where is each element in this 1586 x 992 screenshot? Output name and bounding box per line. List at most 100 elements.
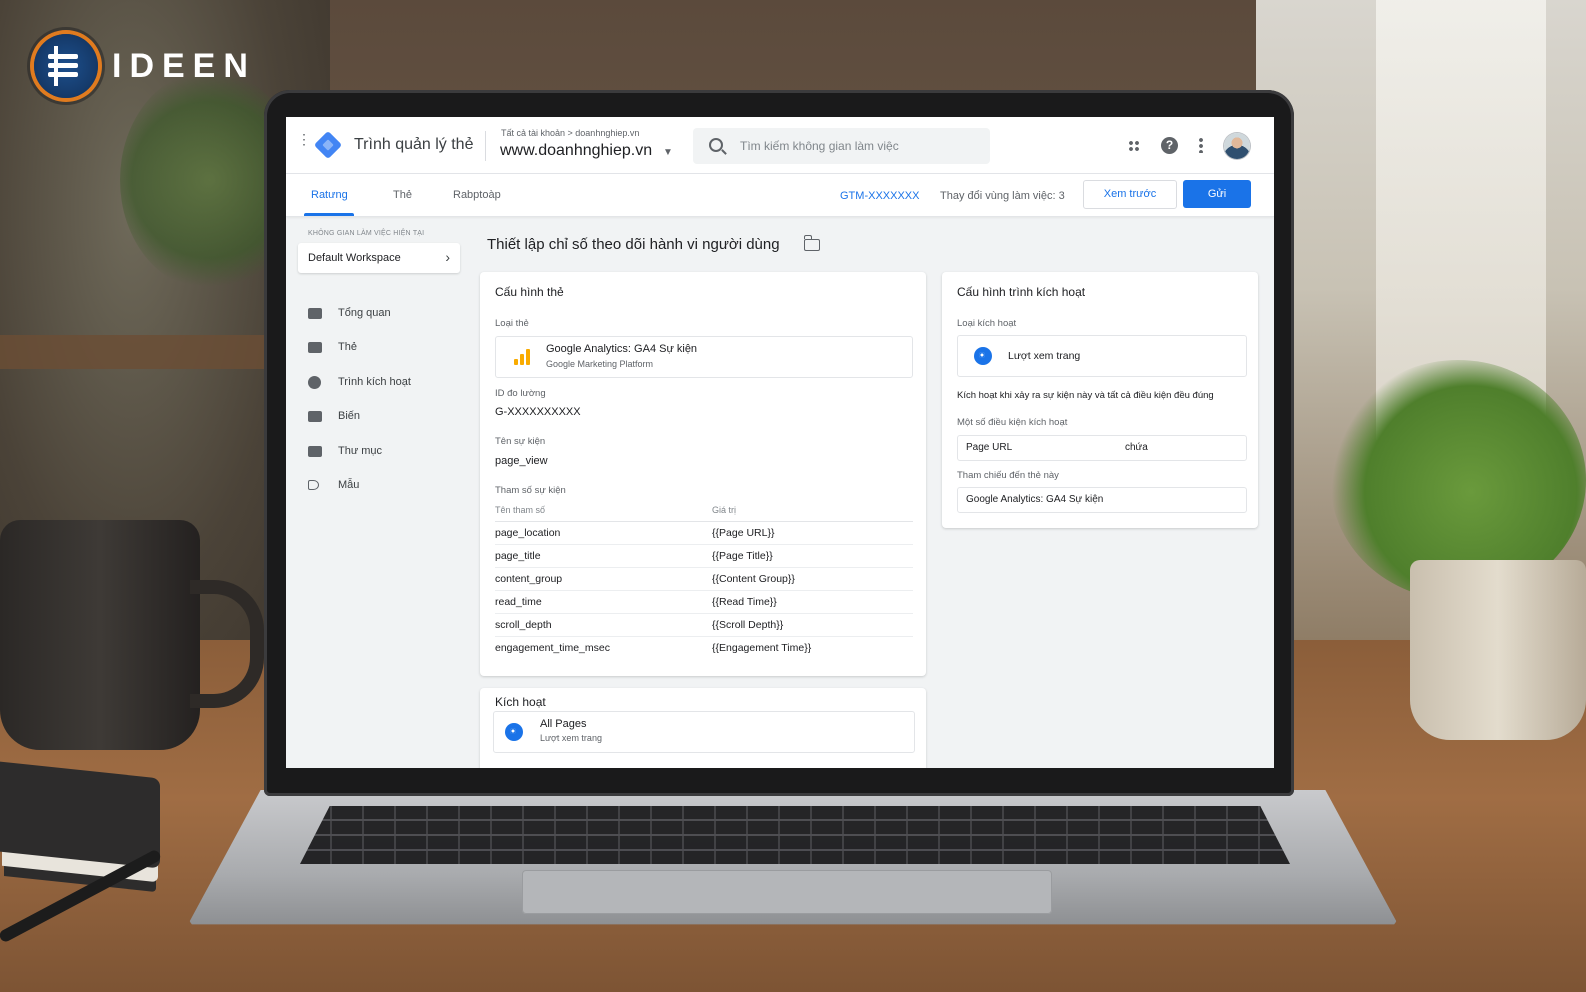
tab-overview[interactable]: Ratưng bbox=[311, 189, 348, 201]
more-vert-icon[interactable] bbox=[1199, 137, 1203, 153]
trigger-type-name: Lượt xem trang bbox=[1008, 350, 1081, 362]
coffee-mug bbox=[0, 520, 200, 750]
param-value: {{Engagement Time}} bbox=[712, 642, 812, 654]
param-name: scroll_depth bbox=[495, 619, 552, 631]
breadcrumb[interactable]: Tất cả tài khoản > doanhnghiep.vn bbox=[501, 128, 639, 138]
sidebar-item-label: Tổng quan bbox=[338, 307, 391, 319]
measurement-id-value[interactable]: G-XXXXXXXXXX bbox=[495, 406, 581, 418]
apps-grid-icon[interactable] bbox=[1128, 140, 1140, 152]
app-title: Trình quản lý thẻ bbox=[354, 136, 474, 153]
active-tab-indicator bbox=[304, 213, 354, 216]
brand-logo: IDEEN bbox=[34, 30, 256, 102]
folder-icon[interactable] bbox=[804, 235, 820, 251]
submit-button[interactable]: Gửi bbox=[1183, 180, 1251, 208]
sidebar-item-variables[interactable]: Biến bbox=[308, 408, 458, 428]
laptop-trackpad bbox=[522, 870, 1052, 914]
search-icon bbox=[709, 138, 723, 152]
briefcase-icon bbox=[308, 308, 322, 319]
sidebar-item-label: Trình kích hoạt bbox=[338, 376, 411, 388]
card-title: Cấu hình trình kích hoạt bbox=[957, 285, 1086, 299]
param-name: read_time bbox=[495, 596, 542, 608]
tag-config-card[interactable]: Cấu hình thẻ Loại thẻ Google Analytics: … bbox=[480, 272, 926, 676]
avatar[interactable] bbox=[1224, 133, 1250, 159]
workspace-name: Default Workspace bbox=[308, 252, 401, 264]
table-row[interactable]: page_location {{Page URL}} bbox=[495, 522, 913, 545]
gtm-logo-icon bbox=[313, 130, 343, 160]
label-icon bbox=[308, 480, 319, 490]
tab-bar: Ratưng Thẻ Rabptoàp GTM-XXXXXXX Thay đổi… bbox=[286, 174, 1274, 217]
preview-button[interactable]: Xem trước bbox=[1083, 180, 1177, 209]
trigger-item[interactable]: All Pages Lượt xem trang bbox=[493, 711, 915, 753]
params-col-value: Giá trị bbox=[712, 505, 737, 515]
globe-icon bbox=[308, 376, 321, 389]
container-id[interactable]: GTM-XXXXXXX bbox=[840, 190, 919, 202]
page-title[interactable]: Thiết lập chỉ số theo dõi hành vi người … bbox=[487, 236, 780, 253]
trigger-config-card[interactable]: Cấu hình trình kích hoạt Loại kích hoạt … bbox=[942, 272, 1258, 528]
trigger-fires-desc: Kích hoạt khi xảy ra sự kiện này và tất … bbox=[957, 390, 1214, 401]
variable-icon bbox=[308, 411, 322, 422]
param-value: {{Content Group}} bbox=[712, 573, 795, 585]
tag-folder-icon bbox=[308, 342, 322, 353]
help-icon[interactable]: ? bbox=[1161, 137, 1178, 154]
laptop-screen: ⋮ Trình quản lý thẻ Tất cả tài khoản > d… bbox=[286, 117, 1274, 768]
param-value: {{Page URL}} bbox=[712, 527, 775, 539]
tag-reference[interactable]: Google Analytics: GA4 Sự kiện bbox=[957, 487, 1247, 513]
conditions-label: Một số điều kiện kích hoạt bbox=[957, 417, 1068, 428]
card-title: Cấu hình thẻ bbox=[495, 285, 564, 299]
event-name-label: Tên sự kiện bbox=[495, 436, 546, 447]
event-params-label: Tham số sự kiện bbox=[495, 485, 566, 496]
trigger-condition[interactable]: Page URL chứa bbox=[957, 435, 1247, 461]
workspace-search[interactable]: Tìm kiếm không gian làm việc bbox=[693, 128, 990, 164]
more-vert-icon[interactable]: ⋮ bbox=[297, 132, 311, 153]
reference-label: Tham chiếu đến thẻ này bbox=[957, 470, 1059, 481]
brand-name: IDEEN bbox=[112, 46, 256, 85]
container-selector[interactable]: www.doanhnghiep.vn bbox=[500, 142, 652, 160]
chevron-down-icon[interactable]: ▼ bbox=[663, 147, 673, 158]
brand-mark-icon bbox=[34, 34, 98, 98]
sidebar-item-tags[interactable]: Thẻ bbox=[308, 339, 458, 359]
tab-tags[interactable]: Thẻ bbox=[393, 189, 412, 201]
table-row[interactable]: content_group {{Content Group}} bbox=[495, 568, 913, 591]
table-row[interactable]: read_time {{Read Time}} bbox=[495, 591, 913, 614]
eye-icon bbox=[974, 347, 992, 365]
event-name-value[interactable]: page_view bbox=[495, 455, 548, 467]
param-name: content_group bbox=[495, 573, 563, 585]
card-title: Kích hoạt bbox=[495, 695, 546, 709]
tag-type-label: Loại thẻ bbox=[495, 318, 529, 329]
notebook bbox=[0, 761, 160, 869]
sidebar-item-templates[interactable]: Mẫu bbox=[308, 477, 458, 497]
tag-type-sub: Google Marketing Platform bbox=[546, 359, 654, 369]
activation-card[interactable]: Kích hoạt All Pages Lượt xem trang bbox=[480, 688, 926, 768]
table-row[interactable]: scroll_depth {{Scroll Depth}} bbox=[495, 614, 913, 637]
sidebar-item-triggers[interactable]: Trình kích hoạt bbox=[308, 374, 458, 394]
reference-value: Google Analytics: GA4 Sự kiện bbox=[966, 494, 1104, 505]
tag-type-selector[interactable]: Google Analytics: GA4 Sự kiện Google Mar… bbox=[495, 336, 913, 378]
measurement-id-label: ID đo lường bbox=[495, 388, 546, 399]
divider bbox=[485, 131, 486, 161]
plant-pot bbox=[1410, 560, 1586, 740]
param-value: {{Scroll Depth}} bbox=[712, 619, 784, 631]
sidebar-item-folders[interactable]: Thư mục bbox=[308, 443, 458, 463]
workspace-selector[interactable]: Default Workspace › bbox=[298, 243, 460, 273]
param-name: engagement_time_msec bbox=[495, 642, 610, 654]
param-name: page_location bbox=[495, 527, 561, 539]
param-value: {{Read Time}} bbox=[712, 596, 777, 608]
table-row[interactable]: page_title {{Page Title}} bbox=[495, 545, 913, 568]
chevron-right-icon: › bbox=[445, 249, 450, 265]
table-row[interactable]: engagement_time_msec {{Engagement Time}} bbox=[495, 637, 913, 659]
trigger-type-label: Loại kích hoạt bbox=[957, 318, 1017, 329]
condition-operator: chứa bbox=[1125, 442, 1148, 453]
params-col-name: Tên tham số bbox=[495, 505, 546, 515]
laptop-keyboard bbox=[300, 806, 1290, 864]
search-placeholder: Tìm kiếm không gian làm việc bbox=[740, 139, 899, 153]
mug-handle bbox=[190, 580, 264, 708]
param-value: {{Page Title}} bbox=[712, 550, 773, 562]
param-name: page_title bbox=[495, 550, 541, 562]
eye-icon bbox=[505, 723, 523, 741]
params-table-header: Tên tham số Giá trị bbox=[495, 505, 913, 522]
tab-admin[interactable]: Rabptoàp bbox=[453, 189, 501, 201]
trigger-name: All Pages bbox=[540, 718, 587, 730]
sidebar-item-label: Thư mục bbox=[338, 445, 383, 457]
sidebar-item-overview[interactable]: Tổng quan bbox=[308, 305, 458, 325]
trigger-type-selector[interactable]: Lượt xem trang bbox=[957, 335, 1247, 377]
